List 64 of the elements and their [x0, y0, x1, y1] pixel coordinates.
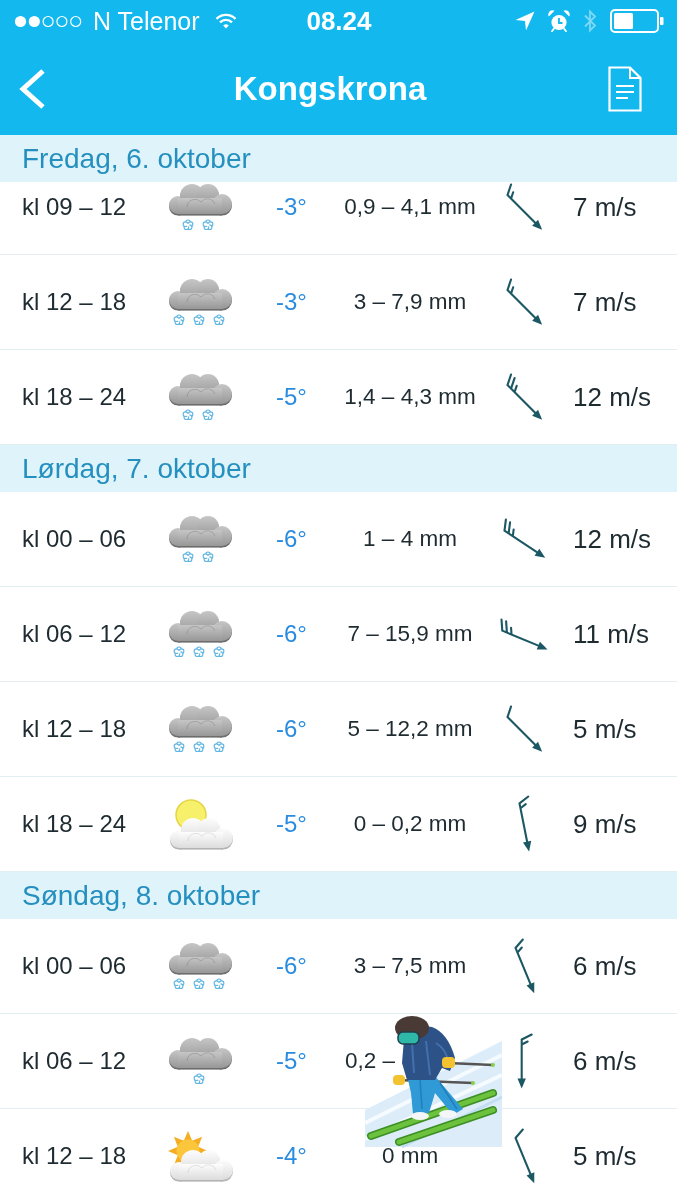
temperature: -3° — [276, 288, 307, 316]
wind-speed: 12 m/s — [573, 381, 652, 413]
temperature: -6° — [276, 952, 307, 980]
temperature: -6° — [276, 715, 307, 743]
day-header: Lørdag, 7. oktober — [0, 445, 677, 492]
time-range: kl 18 – 24 — [22, 810, 127, 838]
wind-speed: 11 m/s — [573, 618, 650, 650]
precipitation: 0 – 0,2 mm — [353, 811, 467, 837]
wind-arrow-icon — [506, 372, 544, 422]
precipitation: 7 – 15,9 mm — [347, 621, 473, 647]
wind-speed: 7 m/s — [573, 286, 637, 318]
signal-strength-icon — [14, 14, 82, 28]
wind-arrow-icon — [516, 1032, 534, 1090]
wind-arrow-icon — [506, 182, 544, 232]
precipitation: 1 – 4 mm — [363, 526, 457, 552]
day-header: Søndag, 8. oktober — [0, 872, 677, 919]
precipitation: 0 mm — [381, 1143, 439, 1169]
precipitation: 1,4 – 4,3 mm — [344, 384, 476, 410]
alarm-clock-icon — [548, 10, 570, 32]
time-range: kl 18 – 24 — [22, 383, 127, 411]
temperature: -3° — [276, 193, 307, 221]
wind-speed: 5 m/s — [573, 713, 637, 745]
document-icon[interactable] — [608, 65, 642, 112]
time-range: kl 06 – 12 — [22, 1047, 127, 1075]
time-range: kl 09 – 12 — [22, 193, 127, 221]
wind-speed: 9 m/s — [573, 808, 637, 840]
wind-arrow-icon — [500, 617, 550, 651]
time-range: kl 12 – 18 — [22, 288, 127, 316]
wind-speed: 5 m/s — [573, 1140, 637, 1172]
back-icon[interactable] — [18, 67, 46, 110]
time-range: kl 12 – 18 — [22, 715, 127, 743]
battery-icon — [610, 9, 664, 33]
precipitation: 3 – 7,9 mm — [353, 289, 467, 315]
time-range: kl 00 – 06 — [22, 525, 127, 553]
temperature: -6° — [276, 525, 307, 553]
precipitation: 5 – 12,2 mm — [347, 716, 473, 742]
wind-arrow-icon — [506, 277, 544, 327]
bluetooth-icon — [583, 9, 597, 33]
wind-arrow-icon — [514, 937, 536, 995]
wind-arrow-icon — [503, 518, 547, 560]
wind-speed: 12 m/s — [573, 523, 652, 555]
temperature: -6° — [276, 620, 307, 648]
precipitation: 0,2 – — [345, 1048, 396, 1074]
location-arrow-icon — [515, 11, 535, 31]
time-range: kl 00 – 06 — [22, 952, 127, 980]
precipitation: 0,9 – 4,1 mm — [344, 194, 476, 220]
carrier-name: N Telenor — [93, 6, 200, 36]
precipitation: 3 – 7,5 mm — [353, 953, 467, 979]
status-time: 08.24 — [306, 5, 372, 37]
wind-speed: 6 m/s — [573, 950, 637, 982]
time-range: kl 12 – 18 — [22, 1142, 127, 1170]
temperature: -5° — [276, 810, 307, 838]
temperature: -5° — [276, 383, 307, 411]
time-range: kl 06 – 12 — [22, 620, 127, 648]
day-header: Fredag, 6. oktober — [0, 135, 677, 182]
temperature: -5° — [276, 1047, 307, 1075]
wind-arrow-icon — [506, 704, 544, 754]
wind-arrow-icon — [514, 1127, 536, 1185]
wind-arrow-icon — [517, 795, 533, 853]
wifi-icon — [214, 13, 237, 29]
screen-title: Kongskrona — [233, 69, 427, 108]
wind-speed: 7 m/s — [573, 191, 637, 223]
wind-speed: 6 m/s — [573, 1045, 637, 1077]
temperature: -4° — [276, 1142, 307, 1170]
